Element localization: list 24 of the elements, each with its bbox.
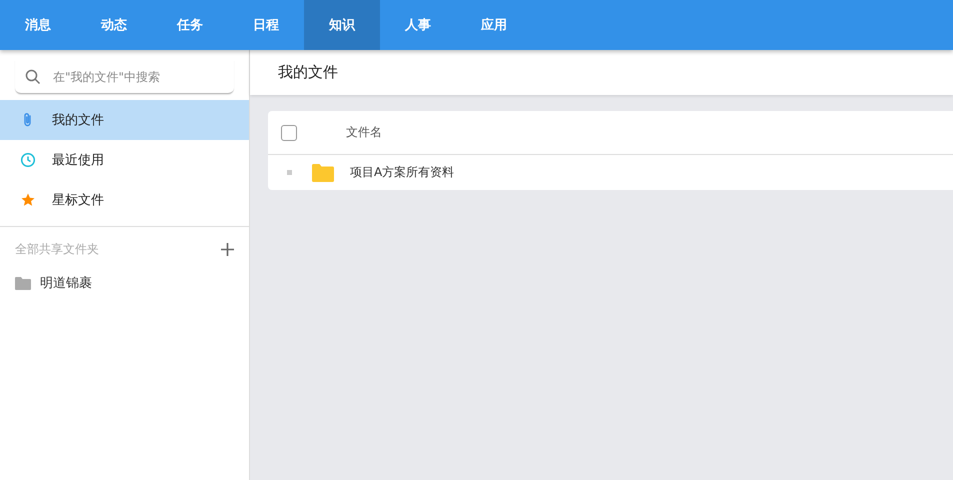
sidebar-item[interactable]: 我的文件 <box>0 100 249 140</box>
search-icon <box>25 69 41 85</box>
nav-tab[interactable]: 人事 <box>380 0 456 50</box>
search-field[interactable]: 在"我的文件"中搜索 <box>15 60 234 94</box>
clock-icon <box>20 152 36 168</box>
section-title: 全部共享文件夹 <box>15 241 99 258</box>
nav-tab[interactable]: 任务 <box>152 0 228 50</box>
star-icon <box>20 192 36 208</box>
sidebar-item[interactable]: 最近使用 <box>0 140 249 180</box>
select-all-checkbox[interactable] <box>281 124 297 140</box>
sidebar-item[interactable]: 星标文件 <box>0 180 249 220</box>
nav-tab[interactable]: 动态 <box>76 0 152 50</box>
column-header: 文件名 <box>346 124 382 141</box>
row-handle-icon <box>287 170 292 175</box>
nav-tab[interactable]: 日程 <box>228 0 304 50</box>
folder-icon <box>15 276 31 290</box>
nav-tab[interactable]: 应用 <box>456 0 532 50</box>
folder-item[interactable]: 明道锦裹 <box>0 266 249 300</box>
nav-tab[interactable]: 知识 <box>304 0 380 50</box>
file-name[interactable]: 项目A方案所有资料 <box>350 164 454 181</box>
page-title: 我的文件 <box>278 63 338 82</box>
add-icon[interactable] <box>221 243 234 256</box>
nav-tab[interactable]: 消息 <box>0 0 76 50</box>
folder-icon <box>312 164 334 182</box>
